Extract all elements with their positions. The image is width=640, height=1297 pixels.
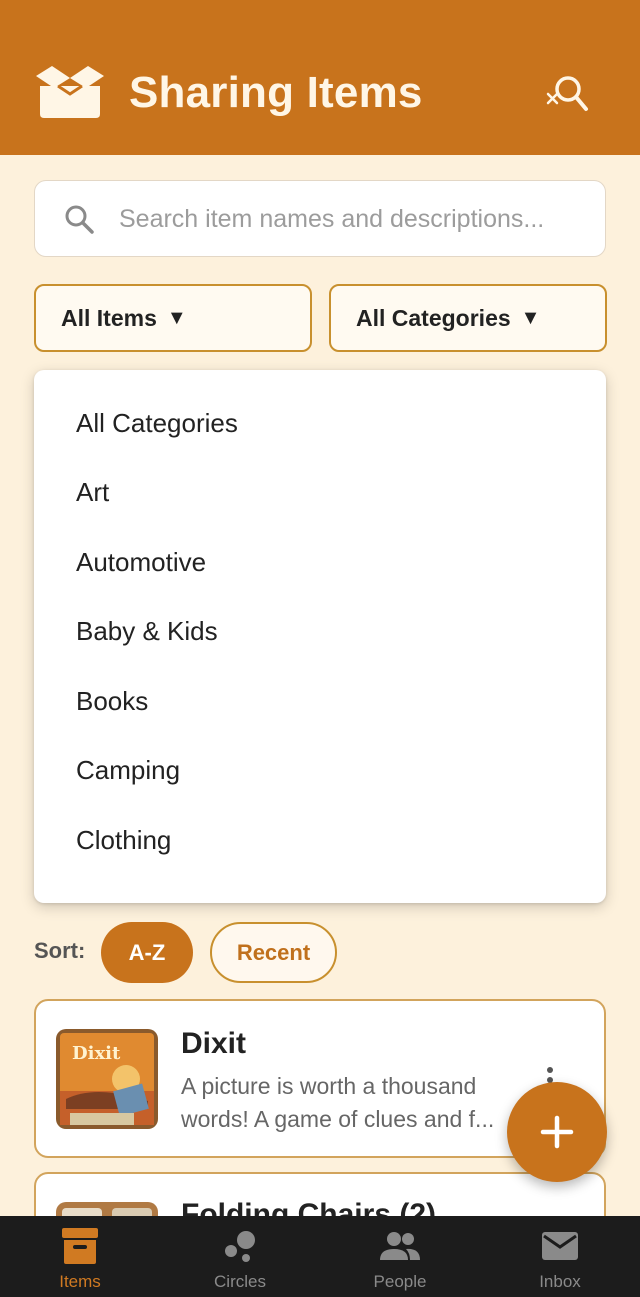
- search-clear-icon[interactable]: [544, 72, 590, 114]
- page-title: Sharing Items: [129, 68, 423, 117]
- search-icon: [65, 205, 94, 234]
- items-filter-dropdown[interactable]: All Items ▼: [34, 284, 312, 352]
- bottom-navigation: Items Circles People Inbox: [0, 1216, 640, 1297]
- plus-icon: [540, 1115, 574, 1149]
- app-bar: Sharing Items: [0, 0, 640, 155]
- category-dropdown-menu: All Categories Art Automotive Baby & Kid…: [34, 370, 606, 903]
- dropdown-caret-icon: ▼: [520, 306, 541, 329]
- dropdown-option[interactable]: Automotive: [76, 542, 206, 582]
- dropdown-option[interactable]: Camping: [76, 750, 180, 790]
- dropdown-option[interactable]: All Categories: [76, 403, 238, 443]
- nav-label: Circles: [214, 1272, 266, 1291]
- dropdown-option[interactable]: Baby & Kids: [76, 611, 218, 651]
- nav-item-circles[interactable]: Circles: [160, 1216, 320, 1297]
- circles-icon: [225, 1231, 255, 1262]
- search-bar[interactable]: [34, 180, 606, 257]
- sort-recent-button[interactable]: Recent: [210, 922, 337, 983]
- people-icon: [380, 1232, 420, 1260]
- nav-item-items[interactable]: Items: [0, 1216, 160, 1297]
- nav-label: People: [373, 1272, 427, 1291]
- thumbnail-brand-text: Dixit: [72, 1043, 121, 1064]
- dropdown-caret-icon: ▼: [166, 306, 187, 329]
- sort-az-button[interactable]: A-Z: [101, 922, 193, 983]
- category-filter-dropdown[interactable]: All Categories ▼: [329, 284, 607, 352]
- search-input[interactable]: [119, 195, 589, 243]
- dropdown-option[interactable]: Art: [76, 472, 109, 512]
- mail-icon: [542, 1232, 578, 1260]
- item-title: Dixit: [181, 1027, 247, 1060]
- nav-label: Inbox: [539, 1272, 581, 1291]
- open-box-icon: [36, 66, 104, 118]
- nav-item-people[interactable]: People: [320, 1216, 480, 1297]
- item-description: A picture is worth a thousand words! A g…: [181, 1073, 495, 1132]
- nav-label: Items: [59, 1272, 101, 1291]
- dropdown-option[interactable]: Clothing: [76, 820, 171, 860]
- sort-label: Sort:: [34, 938, 86, 963]
- archive-box-icon: [62, 1228, 98, 1264]
- nav-item-inbox[interactable]: Inbox: [480, 1216, 640, 1297]
- dropdown-option[interactable]: Books: [76, 681, 148, 721]
- item-thumbnail: Dixit: [56, 1029, 158, 1129]
- add-item-button[interactable]: [507, 1082, 607, 1182]
- items-filter-label: All Items: [61, 304, 157, 331]
- category-filter-label: All Categories: [356, 304, 511, 331]
